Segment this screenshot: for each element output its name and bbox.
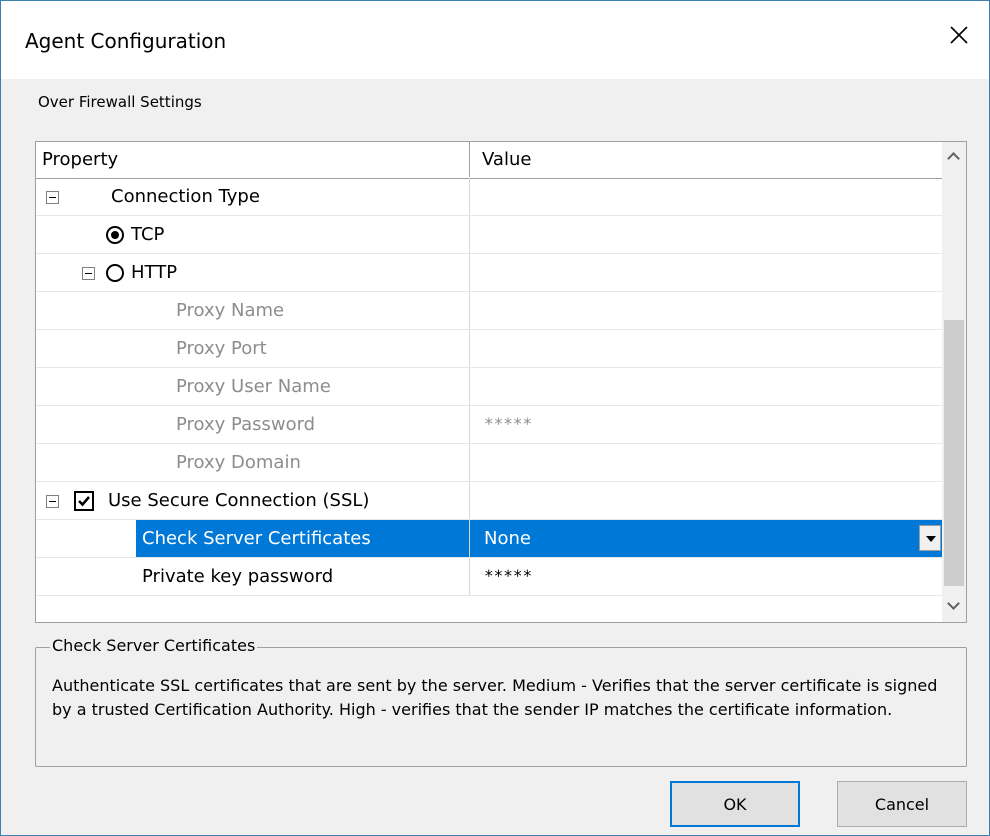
vertical-scrollbar[interactable] — [942, 142, 966, 622]
row-connection-type[interactable]: Connection Type — [36, 178, 943, 216]
property-grid[interactable]: Property Value Connection Type TCP HTTP … — [35, 141, 967, 623]
row-proxy-domain[interactable]: Proxy Domain — [36, 444, 943, 482]
row-label: Private key password — [142, 566, 334, 587]
description-title: Check Server Certificates — [50, 636, 258, 655]
row-label: Proxy Name — [176, 300, 285, 321]
row-check-server-certificates[interactable]: Check Server Certificates None — [36, 520, 943, 558]
collapse-icon[interactable] — [82, 267, 95, 280]
close-button[interactable] — [929, 5, 989, 65]
row-proxy-password[interactable]: Proxy Password ***** — [36, 406, 943, 444]
ok-button[interactable]: OK — [670, 781, 800, 827]
grid-header: Property Value — [36, 142, 943, 179]
row-label: Use Secure Connection (SSL) — [108, 490, 370, 511]
scroll-thumb[interactable] — [944, 320, 964, 586]
dialog-title: Agent Configuration — [25, 29, 227, 53]
scroll-down-icon[interactable] — [942, 595, 966, 619]
row-http[interactable]: HTTP — [36, 254, 943, 292]
row-use-secure-connection[interactable]: Use Secure Connection (SSL) — [36, 482, 943, 520]
row-value: ***** — [484, 566, 533, 585]
row-value: ***** — [484, 414, 533, 433]
radio-selected-icon[interactable] — [106, 226, 124, 244]
row-proxy-port[interactable]: Proxy Port — [36, 330, 943, 368]
radio-unselected-icon[interactable] — [106, 264, 124, 282]
section-label: Over Firewall Settings — [38, 93, 202, 111]
checkbox-checked-icon[interactable] — [74, 491, 94, 511]
grid-rows: Connection Type TCP HTTP Proxy Name Prox… — [36, 178, 943, 596]
row-proxy-name[interactable]: Proxy Name — [36, 292, 943, 330]
collapse-icon[interactable] — [46, 495, 59, 508]
row-label: Proxy Port — [176, 338, 267, 359]
description-text: Authenticate SSL certificates that are s… — [52, 676, 938, 719]
row-tcp[interactable]: TCP — [36, 216, 943, 254]
row-label: HTTP — [131, 262, 178, 283]
dropdown-arrow-icon[interactable] — [919, 525, 941, 551]
close-icon — [950, 26, 968, 44]
row-private-key-password[interactable]: Private key password ***** — [36, 558, 943, 596]
row-label: TCP — [131, 224, 165, 245]
row-label: Check Server Certificates — [142, 528, 371, 549]
collapse-icon[interactable] — [46, 191, 59, 204]
cancel-button[interactable]: Cancel — [837, 781, 967, 827]
row-label: Proxy User Name — [176, 376, 331, 397]
row-label: Proxy Password — [176, 414, 316, 435]
agent-configuration-dialog: Agent Configuration Over Firewall Settin… — [0, 0, 990, 836]
header-property[interactable]: Property — [36, 142, 470, 177]
description-panel: Check Server Certificates Authenticate S… — [35, 636, 967, 767]
row-label: Proxy Domain — [176, 452, 301, 473]
title-bar: Agent Configuration — [1, 1, 989, 79]
row-proxy-user-name[interactable]: Proxy User Name — [36, 368, 943, 406]
header-value[interactable]: Value — [470, 142, 943, 177]
scroll-up-icon[interactable] — [942, 145, 966, 169]
row-value: None — [484, 528, 531, 549]
row-label: Connection Type — [111, 186, 260, 207]
